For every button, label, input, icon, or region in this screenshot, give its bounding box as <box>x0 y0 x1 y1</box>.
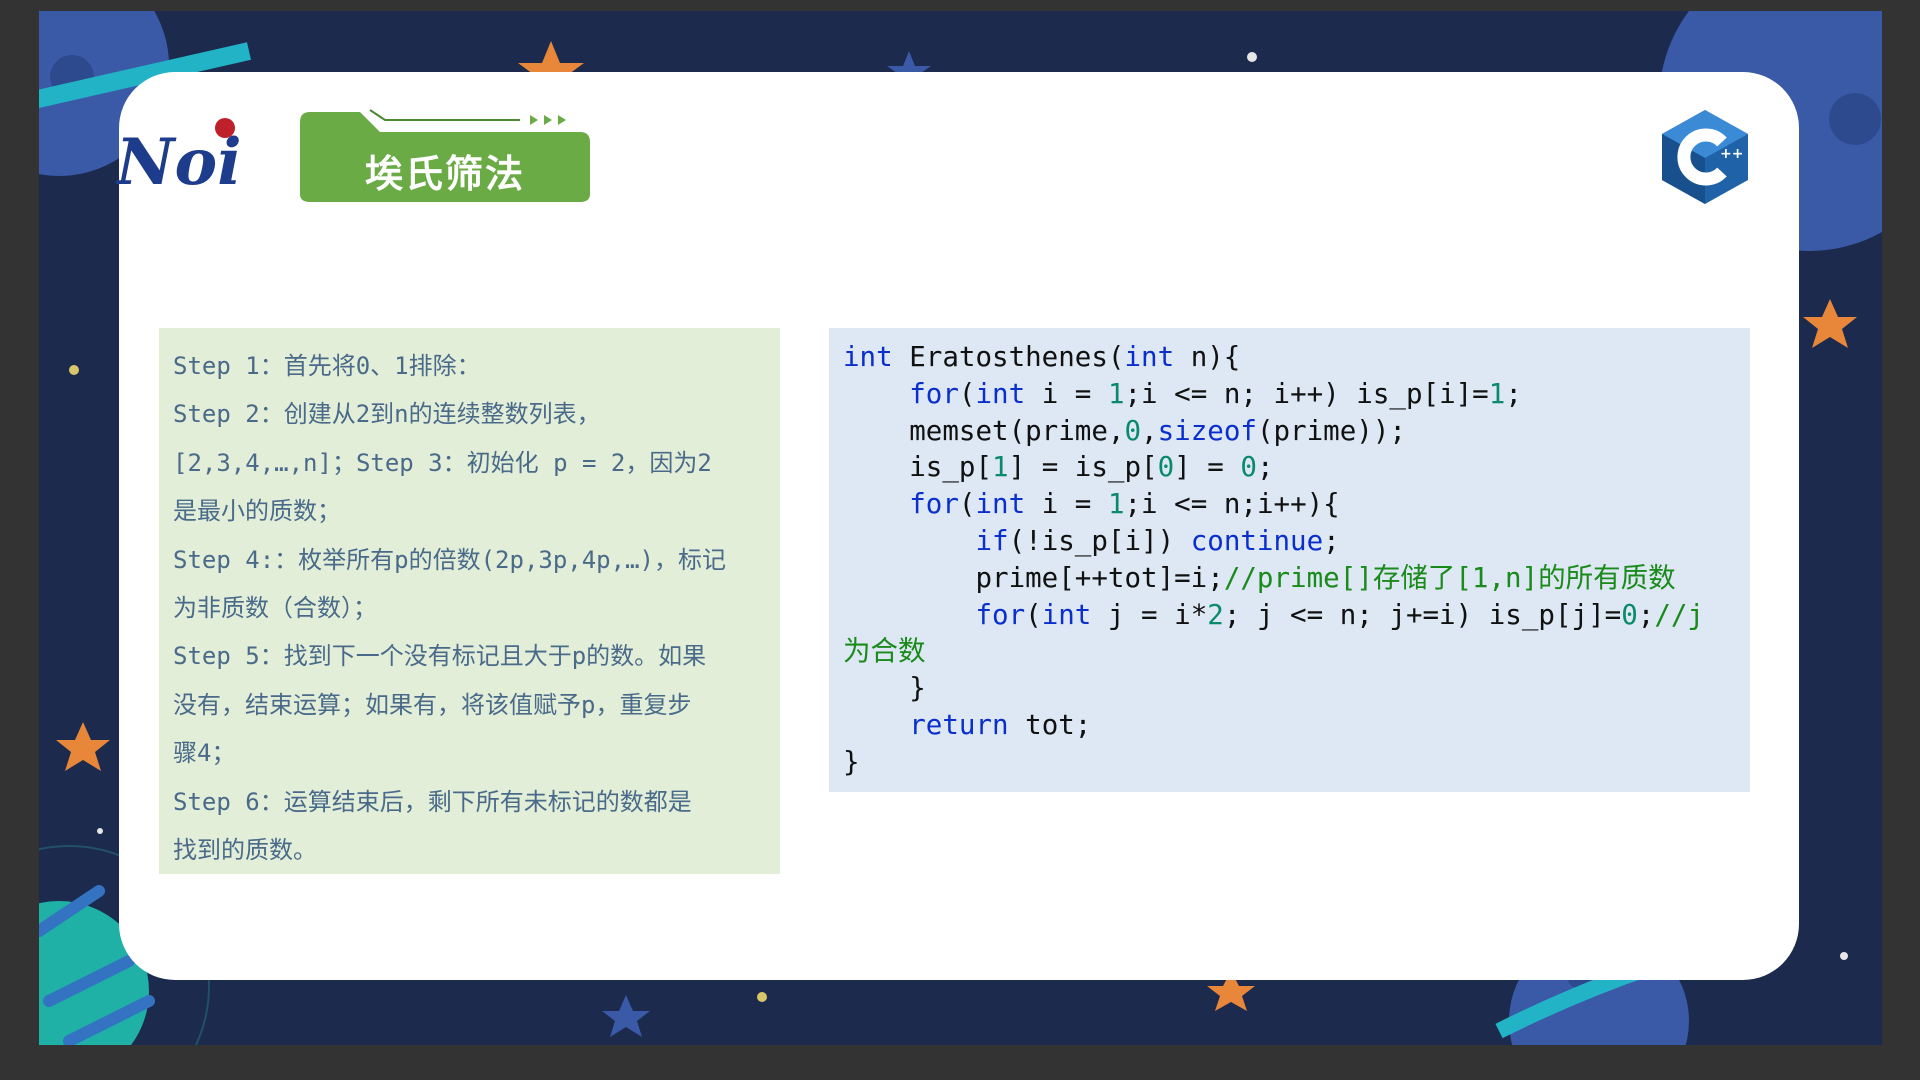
code-text: ; <box>1323 524 1340 557</box>
number-literal: 1 <box>992 451 1009 484</box>
code-text: ;i <= n; i++) is_p[i]= <box>1124 377 1489 410</box>
number-literal: 0 <box>1621 598 1638 631</box>
code-line: } <box>843 744 1736 781</box>
cpp-logo-icon: ++ <box>1662 110 1748 204</box>
code-line: if(!is_p[i]) continue; <box>843 523 1736 560</box>
code-line: return tot; <box>843 707 1736 744</box>
code-line: is_p[1] = is_p[0] = 0; <box>843 449 1736 486</box>
code-line: for(int j = i*2; j <= n; j+=i) is_p[j]=0… <box>843 597 1736 634</box>
noi-logo-icon: Noi <box>116 118 240 188</box>
code-comment: //prime[]存储了[1,n]的所有质数 <box>1223 561 1676 594</box>
svg-text:++: ++ <box>1720 146 1743 162</box>
code-line: for(int i = 1;i <= n;i++){ <box>843 486 1736 523</box>
code-text: (!is_p[i]) <box>1008 524 1191 557</box>
number-literal: 0 <box>1157 451 1175 484</box>
step-line: Step 6：运算结束后，剩下所有未标记的数都是 <box>173 787 692 816</box>
code-text: memset(prime, <box>843 414 1125 447</box>
code-text: } <box>843 672 926 705</box>
step-line: 是最小的质数； <box>173 497 341 526</box>
number-literal: 1 <box>1107 488 1125 521</box>
title-tab: 埃氏筛法 <box>300 108 600 204</box>
step-line: Step 1：首先将0、1排除： <box>173 352 481 380</box>
number-literal: 0 <box>1240 451 1257 484</box>
keyword: int <box>1041 598 1092 631</box>
code-text: n){ <box>1174 341 1241 373</box>
keyword: int <box>975 377 1026 410</box>
code-line: 为合数 <box>843 633 1736 670</box>
code-line: memset(prime,0,sizeof(prime)); <box>843 413 1736 450</box>
keyword: if <box>975 524 1009 557</box>
step-line: 找到的质数。 <box>173 836 317 865</box>
code-text: tot; <box>1008 708 1092 741</box>
code-comment: 为合数 <box>843 635 926 668</box>
code-text: } <box>843 745 860 778</box>
keyword: for <box>909 377 959 410</box>
step-line: [2,3,4,…,n]；Step 3：初始化 p = 2，因为2 <box>173 448 712 477</box>
step-line: 骤4； <box>173 739 236 768</box>
keyword: for <box>975 598 1026 631</box>
code-text: j = i* <box>1091 598 1208 631</box>
step-line: 为非质数（合数）； <box>173 594 377 623</box>
number-literal: 0 <box>1124 414 1142 447</box>
code-text: ] = <box>1174 451 1241 484</box>
step-line: Step 5：找到下一个没有标记且大于p的数。如果 <box>173 642 707 671</box>
keyword: sizeof <box>1157 414 1257 447</box>
keyword: int <box>1124 341 1175 373</box>
algorithm-steps-panel: Step 1：首先将0、1排除： Step 2：创建从2到n的连续整数列表， [… <box>159 328 780 874</box>
screen: Noi 埃氏筛法 ++ Step 1：首先将0、1排除： Step 2：创建从2… <box>0 0 1920 1080</box>
slide-title: 埃氏筛法 <box>364 152 525 196</box>
keyword: int <box>843 341 893 373</box>
code-text: ; <box>1256 451 1274 484</box>
keyword: int <box>975 488 1026 521</box>
code-block: int Eratosthenes(int n){ for(int i = 1;i… <box>829 328 1750 792</box>
keyword: for <box>909 488 959 521</box>
code-text: ; j <= n; j+=i) is_p[j]= <box>1223 598 1622 631</box>
step-line: Step 4:：枚举所有p的倍数(2p,3p,4p,…)，标记 <box>173 545 726 574</box>
code-line: } <box>843 670 1736 707</box>
code-text: , <box>1141 414 1158 447</box>
code-text: i = <box>1025 377 1108 410</box>
code-text: prime[++tot]=i; <box>843 561 1224 594</box>
code-text: i = <box>1025 488 1108 521</box>
code-text: ; <box>1505 377 1522 410</box>
code-text: ( <box>958 377 976 410</box>
code-text: (prime)); <box>1256 414 1406 447</box>
code-text: is_p[ <box>843 451 993 484</box>
code-text: ; <box>1637 598 1655 631</box>
step-line: 没有，结束运算；如果有，将该值赋予p，重复步 <box>173 690 692 719</box>
code-line: for(int i = 1;i <= n; i++) is_p[i]=1; <box>843 376 1736 413</box>
code-line: int Eratosthenes(int n){ <box>843 339 1736 376</box>
keyword: return <box>909 708 1009 741</box>
number-literal: 1 <box>1488 377 1506 410</box>
code-text: ] = is_p[ <box>1008 451 1158 484</box>
code-comment: //j <box>1654 598 1704 631</box>
code-line: prime[++tot]=i;//prime[]存储了[1,n]的所有质数 <box>843 560 1736 597</box>
code-text: ( <box>958 488 976 521</box>
number-literal: 1 <box>1107 377 1125 410</box>
step-line: Step 2：创建从2到n的连续整数列表， <box>173 400 601 429</box>
code-text: Eratosthenes( <box>892 341 1125 373</box>
code-text: ( <box>1025 598 1042 631</box>
code-text: ;i <= n;i++){ <box>1124 488 1340 521</box>
keyword: continue <box>1190 524 1324 557</box>
number-literal: 2 <box>1207 598 1224 631</box>
